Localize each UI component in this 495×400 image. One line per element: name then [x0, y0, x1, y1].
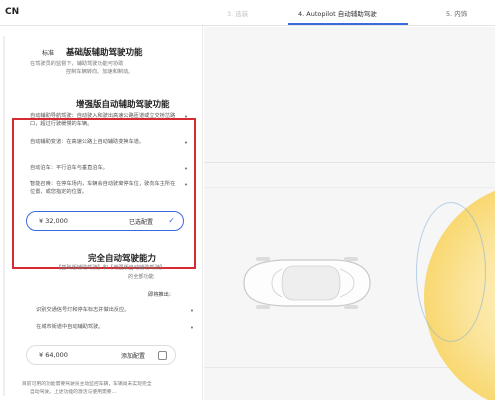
fsd-note-1: 【基础版辅助驾驶】和【增强版自动辅助驾驶】: [56, 265, 165, 271]
lane-line: [204, 187, 495, 188]
enhanced-price: ¥ 32,000: [39, 217, 68, 225]
car-icon: [243, 257, 371, 309]
enhanced-item: 自动辅助导航驾驶：自动驶入和驶出高速公路匝道或立交桥岔路口，超过行驶缓慢的车辆。…: [30, 112, 188, 134]
fsd-action: 添加配置: [120, 353, 145, 360]
enhanced-item-text: 自动辅助导航驾驶：自动驶入和驶出高速公路匝道或立交桥岔路口，超过行驶缓慢的车辆。: [30, 113, 176, 128]
autopilot-visualization: [204, 27, 495, 400]
fsd-option[interactable]: ¥ 64,000 添加配置: [26, 345, 176, 365]
fsd-item-text: 识别交通信号灯和停车标志并做出反应。: [36, 307, 130, 313]
config-panel: 基础版辅助驾驶功能 标准 在驾驶员的监督下，辅助驾驶功能可协助 控制车辆转向、加…: [0, 26, 203, 400]
enhanced-item: 自动辅助变道：在高速公路上自动辅助变换车道。 •: [30, 138, 188, 160]
tab-options[interactable]: 3. 选装: [227, 8, 248, 18]
basic-desc-2: 控制车辆转向、加速和制动。: [66, 69, 134, 75]
checkbox-icon: [158, 351, 167, 360]
enhanced-item-text: 自动辅助变道：在高速公路上自动辅助变换车道。: [30, 139, 145, 145]
active-tab-indicator: [288, 23, 408, 25]
bullet-icon: •: [183, 165, 188, 173]
tab-interior[interactable]: 5. 内饰: [446, 8, 467, 18]
enhanced-item-text: 自动泊车：平行泊车与垂直泊车。: [30, 165, 108, 171]
bullet-icon: •: [183, 113, 188, 121]
bullet-icon: •: [183, 139, 188, 147]
enhanced-status: 已选配置: [128, 219, 153, 226]
enhanced-item: 智能召唤：在停车场内，车辆会自动驶离停车位，驶向车主所在位置，或您指定的位置。 …: [30, 180, 188, 210]
basic-desc-1: 在驾驶员的监督下，辅助驾驶功能可协助: [30, 61, 124, 67]
fsd-item: 在城市街道中自动辅助驾驶。 •: [36, 323, 194, 335]
bullet-icon: •: [183, 181, 188, 189]
enhanced-item: 自动泊车：平行泊车与垂直泊车。 •: [30, 164, 188, 178]
bullet-icon: •: [189, 307, 194, 315]
fsd-title: 完全自动驾驶能力: [88, 254, 157, 264]
enhanced-title: 增强版自动辅助驾驶功能: [76, 100, 170, 110]
camera-arc: [416, 202, 486, 342]
lane-line: [204, 162, 495, 163]
footer-line-1: 目前可用的功能需要驾驶员主动监控车辆，车辆尚未实现完全: [22, 382, 152, 387]
scroll-track[interactable]: [3, 36, 5, 396]
fsd-price: ¥ 64,000: [39, 351, 68, 359]
enhanced-item-text: 智能召唤：在停车场内，车辆会自动驶离停车位，驶向车主所在位置，或您指定的位置。: [30, 181, 176, 196]
fsd-note-2: 的全部功能: [128, 274, 154, 280]
basic-title: 基础版辅助驾驶功能: [66, 48, 143, 58]
fsd-coming-label: 即将推出：: [148, 292, 174, 298]
footer-line-2: 自动驾驶。上述功能的激活与使用需要...: [30, 390, 117, 395]
top-nav: CN 3. 选装 4. Autopilot 自动辅助驾驶 5. 内饰: [0, 0, 495, 26]
fsd-item: 识别交通信号灯和停车标志并做出反应。 •: [36, 306, 194, 318]
checkmark-icon: ✓: [168, 216, 175, 225]
enhanced-option[interactable]: ¥ 32,000 已选配置 ✓: [26, 211, 184, 231]
fsd-item-text: 在城市街道中自动辅助驾驶。: [36, 324, 104, 330]
tab-autopilot[interactable]: 4. Autopilot 自动辅助驾驶: [298, 8, 377, 18]
bullet-icon: •: [189, 324, 194, 332]
region-label[interactable]: CN: [5, 7, 19, 17]
basic-tag: 标准: [42, 50, 55, 57]
